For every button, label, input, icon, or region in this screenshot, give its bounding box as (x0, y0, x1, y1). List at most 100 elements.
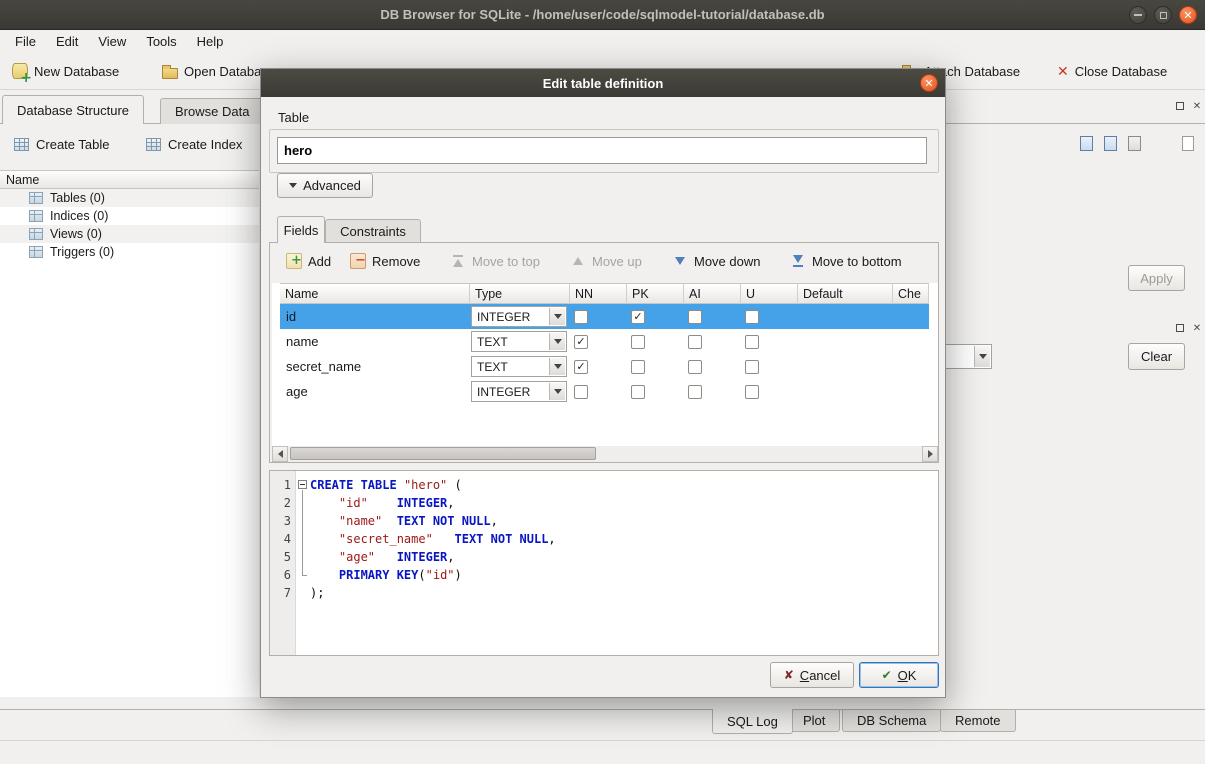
field-row[interactable]: idINTEGER ✓ (280, 304, 929, 329)
default-cell (798, 304, 893, 329)
cancel-icon: ✘ (784, 668, 794, 682)
dock-float-button[interactable] (1172, 320, 1188, 336)
tree-item[interactable]: Tables (0) (0, 189, 259, 207)
tab-fields[interactable]: Fields (277, 216, 325, 243)
arrow-right-icon (928, 450, 933, 458)
scrollbar-thumb[interactable] (290, 447, 596, 460)
column-header-default[interactable]: Default (798, 283, 893, 304)
close-database-button[interactable]: ✕ Close Database (1053, 57, 1171, 85)
table-name-input[interactable] (277, 137, 927, 164)
column-header-che[interactable]: Che (893, 283, 929, 304)
minimize-button[interactable] (1129, 6, 1147, 24)
field-name-cell[interactable]: id (280, 304, 470, 329)
tree-item[interactable]: Views (0) (0, 225, 259, 243)
move-bottom-button[interactable]: Move to bottom (790, 249, 902, 273)
column-header-u[interactable]: U (741, 283, 798, 304)
edit-table-dialog: Edit table definition ✕ Table Advanced F… (260, 68, 946, 698)
field-type-combobox[interactable]: INTEGER (471, 381, 567, 402)
scroll-left-button[interactable] (272, 446, 288, 462)
field-type-combobox[interactable]: TEXT (471, 331, 567, 352)
menu-view[interactable]: View (88, 30, 136, 53)
field-row[interactable]: nameTEXT ✓ (280, 329, 929, 354)
u-checkbox[interactable] (745, 385, 759, 399)
combobox-arrow-icon[interactable] (549, 383, 565, 400)
field-row[interactable]: ageINTEGER (280, 379, 929, 404)
dock-float-button[interactable] (1172, 98, 1188, 114)
sql-line: "id" INTEGER, (310, 494, 938, 512)
scrollbar-track[interactable] (288, 446, 922, 462)
pk-checkbox[interactable] (631, 385, 645, 399)
nn-checkbox[interactable] (574, 385, 588, 399)
move-down-button[interactable]: Move down (672, 249, 760, 273)
bottom-tab-sql-log[interactable]: SQL Log (712, 709, 793, 734)
open-in-editor-button[interactable] (1178, 133, 1198, 153)
create-index-button[interactable]: Create Index (140, 131, 248, 157)
tree-item[interactable]: Indices (0) (0, 207, 259, 225)
field-type-combobox[interactable]: INTEGER (471, 306, 567, 327)
ai-checkbox[interactable] (688, 360, 702, 374)
nn-checkbox[interactable]: ✓ (574, 335, 588, 349)
dock-close-button[interactable]: ✕ (1189, 98, 1205, 114)
u-checkbox[interactable] (745, 310, 759, 324)
tree-item-label: Triggers (0) (50, 245, 114, 259)
close-window-button[interactable]: ✕ (1179, 6, 1197, 24)
column-header-type[interactable]: Type (470, 283, 570, 304)
pk-checkbox[interactable] (631, 360, 645, 374)
bottom-tab-remote[interactable]: Remote (940, 710, 1016, 732)
menu-file[interactable]: File (5, 30, 46, 53)
pk-checkbox[interactable] (631, 335, 645, 349)
export-button[interactable] (1100, 133, 1120, 153)
combobox-arrow-icon[interactable] (549, 333, 565, 350)
ai-checkbox[interactable] (688, 310, 702, 324)
nn-checkbox[interactable] (574, 310, 588, 324)
tab-database-structure[interactable]: Database Structure (2, 95, 144, 124)
grid-hscrollbar[interactable] (272, 446, 938, 462)
field-name-cell[interactable]: secret_name (280, 354, 470, 379)
column-header-nn[interactable]: NN (570, 283, 627, 304)
combobox-arrow-icon[interactable] (549, 358, 565, 375)
tab-browse-data[interactable]: Browse Data (160, 98, 264, 124)
field-name-cell[interactable]: age (280, 379, 470, 404)
bottom-tab-plot[interactable]: Plot (788, 710, 840, 732)
field-row[interactable]: secret_nameTEXT ✓ (280, 354, 929, 379)
field-type-combobox[interactable]: TEXT (471, 356, 567, 377)
menu-help[interactable]: Help (187, 30, 234, 53)
combobox-arrow-icon[interactable] (974, 346, 990, 367)
menu-edit[interactable]: Edit (46, 30, 88, 53)
remove-button[interactable]: Remove (350, 249, 420, 273)
clear-button[interactable]: Clear (1128, 343, 1185, 370)
dialog-titlebar[interactable]: Edit table definition ✕ (261, 69, 945, 97)
u-checkbox[interactable] (745, 360, 759, 374)
scroll-right-button[interactable] (922, 446, 938, 462)
tab-constraints[interactable]: Constraints (325, 219, 421, 243)
tree-header[interactable]: Name (0, 170, 259, 189)
ai-checkbox[interactable] (688, 385, 702, 399)
create-table-button[interactable]: Create Table (8, 131, 115, 157)
window-titlebar[interactable]: DB Browser for SQLite - /home/user/code/… (0, 0, 1205, 30)
tree-item[interactable]: Triggers (0) (0, 243, 259, 261)
u-checkbox[interactable] (745, 335, 759, 349)
ok-button[interactable]: ✔ OK (859, 662, 939, 688)
combobox-arrow-icon[interactable] (549, 308, 565, 325)
pk-checkbox[interactable]: ✓ (631, 310, 645, 324)
ai-checkbox[interactable] (688, 335, 702, 349)
nn-checkbox[interactable]: ✓ (574, 360, 588, 374)
column-header-name[interactable]: Name (280, 283, 470, 304)
bottom-tab-db-schema[interactable]: DB Schema (842, 710, 941, 732)
new-database-button[interactable]: New Database (8, 57, 123, 85)
column-header-pk[interactable]: PK (627, 283, 684, 304)
import-button[interactable] (1076, 133, 1096, 153)
apply-button[interactable]: Apply (1128, 265, 1185, 291)
dialog-close-button[interactable]: ✕ (920, 74, 938, 92)
cancel-button[interactable]: ✘ Cancel (770, 662, 854, 688)
field-name-cell[interactable]: name (280, 329, 470, 354)
maximize-button[interactable] (1154, 6, 1172, 24)
menu-tools[interactable]: Tools (136, 30, 186, 53)
sql-preview-editor[interactable]: 1234567 CREATE TABLE "hero" ( "id" INTEG… (269, 470, 939, 656)
column-header-ai[interactable]: AI (684, 283, 741, 304)
add-button[interactable]: Add (286, 249, 331, 273)
dock-close-button[interactable]: ✕ (1189, 320, 1205, 336)
fold-collapse-icon[interactable] (298, 480, 307, 489)
advanced-toggle-button[interactable]: Advanced (277, 173, 373, 198)
set-null-button[interactable] (1124, 133, 1144, 153)
